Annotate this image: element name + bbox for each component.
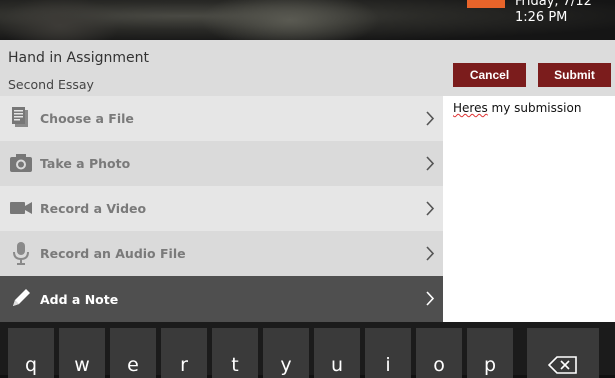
option-take-photo[interactable]: Take a Photo <box>0 141 443 186</box>
chevron-right-icon <box>426 246 435 261</box>
key-u[interactable]: u <box>314 328 360 378</box>
chevron-right-icon <box>426 111 435 126</box>
backspace-icon <box>548 356 577 374</box>
microphone-icon <box>13 242 29 265</box>
key-w[interactable]: w <box>59 328 105 378</box>
on-screen-keyboard: q w e r t y u i o p <box>0 322 615 378</box>
key-o[interactable]: o <box>416 328 462 378</box>
camera-icon <box>10 154 32 172</box>
option-label: Take a Photo <box>40 156 131 171</box>
clock: Friday, 7/12 1:26 PM <box>515 0 592 26</box>
note-textarea[interactable]: Heres my submission <box>443 96 615 322</box>
submit-button[interactable]: Submit <box>538 63 611 87</box>
key-t[interactable]: t <box>212 328 258 378</box>
option-label: Record an Audio File <box>40 246 186 261</box>
option-add-note[interactable]: Add a Note <box>0 276 443 322</box>
key-y[interactable]: y <box>263 328 309 378</box>
key-i[interactable]: i <box>365 328 411 378</box>
chevron-right-icon <box>426 291 435 306</box>
background-photo: Friday, 7/12 1:26 PM <box>0 0 615 40</box>
sheet-title: Hand in Assignment <box>8 50 149 66</box>
sheet-subtitle: Second Essay <box>8 77 94 92</box>
note-text: Heres my submission <box>453 101 581 115</box>
document-icon <box>12 107 28 127</box>
pencil-icon <box>13 289 30 306</box>
tile-accent <box>467 0 505 8</box>
chevron-right-icon <box>426 156 435 171</box>
backspace-key[interactable] <box>527 328 599 378</box>
key-r[interactable]: r <box>161 328 207 378</box>
option-label: Add a Note <box>40 291 119 307</box>
note-text-rest: my submission <box>487 101 582 115</box>
option-label: Choose a File <box>40 111 134 126</box>
clock-time: 1:26 PM <box>515 10 568 25</box>
key-p[interactable]: p <box>467 328 513 378</box>
misspelled-word: Heres <box>453 101 488 115</box>
sheet-header: Hand in Assignment Second Essay Cancel S… <box>0 40 615 96</box>
chevron-right-icon <box>426 201 435 216</box>
key-e[interactable]: e <box>110 328 156 378</box>
video-camera-icon <box>10 202 32 214</box>
option-choose-file[interactable]: Choose a File <box>0 96 443 141</box>
option-label: Record a Video <box>40 201 147 216</box>
clock-date: Friday, 7/12 <box>515 0 592 9</box>
key-q[interactable]: q <box>8 328 54 378</box>
option-record-audio[interactable]: Record an Audio File <box>0 231 443 276</box>
cancel-button[interactable]: Cancel <box>453 63 526 87</box>
submission-options: Choose a File Take a Photo Record a Vide… <box>0 96 443 322</box>
option-record-video[interactable]: Record a Video <box>0 186 443 231</box>
